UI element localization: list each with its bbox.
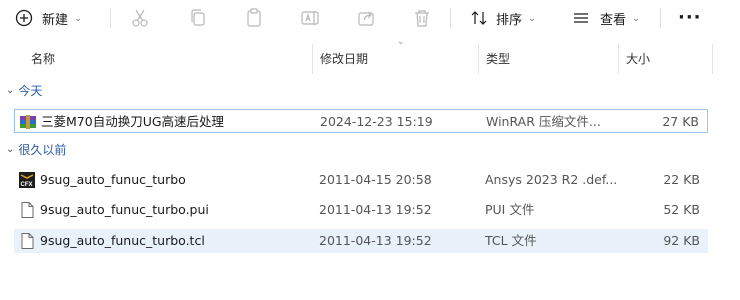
sort-indicator-icon: ⌄ (397, 37, 405, 47)
file-name: 三菱M70自动换刀UG高速后处理 (41, 114, 225, 129)
rename-icon[interactable] (298, 6, 322, 30)
file-type: PUI 文件 (485, 202, 535, 217)
sort-icon (470, 9, 488, 27)
winrar-archive-icon (19, 113, 37, 131)
new-button-label: 新建 (42, 12, 69, 28)
toolbar-divider (660, 8, 661, 28)
delete-icon[interactable] (410, 6, 434, 30)
paste-icon[interactable] (242, 6, 266, 30)
group-label: 今天 (18, 84, 43, 98)
file-name: 9sug_auto_funuc_turbo.pui (40, 202, 209, 217)
file-date: 2011-04-13 19:52 (319, 233, 432, 248)
chevron-down-icon: ⌄ (6, 85, 15, 96)
view-button-label: 查看 (600, 12, 627, 28)
file-size: 22 KB (663, 172, 700, 187)
sort-button[interactable]: 排序 ⌄ (470, 4, 536, 32)
file-row[interactable]: 9sug_auto_funuc_turbo.pui 2011-04-13 19:… (14, 198, 708, 222)
column-header: ⌄ 名称 修改日期 类型 大小 (0, 37, 740, 74)
file-name: 9sug_auto_funuc_turbo.tcl (40, 233, 205, 248)
chevron-down-icon: ⌄ (632, 12, 641, 24)
plus-circle-icon (14, 8, 34, 28)
file-size: 92 KB (663, 233, 700, 248)
file-date: 2011-04-15 20:58 (319, 172, 432, 187)
sort-button-label: 排序 (496, 12, 523, 28)
file-size: 52 KB (663, 202, 700, 217)
command-bar: 新建 ⌄ 排序 ⌄ 查看 ⌄ ··· (0, 0, 740, 38)
file-row[interactable]: 三菱M70自动换刀UG高速后处理 2024-12-23 15:19 WinRAR… (14, 109, 708, 133)
file-size: 27 KB (662, 114, 699, 129)
more-icon: ··· (678, 7, 702, 28)
more-options-button[interactable]: ··· (678, 4, 702, 32)
share-icon[interactable] (354, 6, 378, 30)
file-row[interactable]: CFX 9sug_auto_funuc_turbo 2011-04-15 20:… (14, 168, 708, 192)
column-divider[interactable] (478, 44, 479, 74)
new-button[interactable]: 新建 ⌄ (14, 4, 82, 32)
column-type[interactable]: 类型 (486, 44, 510, 74)
column-divider[interactable] (618, 44, 619, 74)
file-type: Ansys 2023 R2 .def... (485, 172, 618, 187)
group-label: 很久以前 (18, 143, 67, 157)
column-divider[interactable] (312, 44, 313, 74)
file-date: 2024-12-23 15:19 (320, 114, 433, 129)
file-name: 9sug_auto_funuc_turbo (40, 172, 186, 187)
group-header-today[interactable]: ⌄ 今天 (6, 80, 42, 102)
document-icon (18, 201, 36, 219)
column-date[interactable]: 修改日期 (320, 44, 368, 74)
file-row[interactable]: 9sug_auto_funuc_turbo.tcl 2011-04-13 19:… (14, 229, 708, 253)
toolbar-divider (110, 8, 111, 28)
copy-icon[interactable] (186, 6, 210, 30)
chevron-down-icon: ⌄ (74, 12, 83, 24)
file-date: 2011-04-13 19:52 (319, 202, 432, 217)
group-header-long-ago[interactable]: ⌄ 很久以前 (6, 139, 66, 161)
column-size[interactable]: 大小 (626, 44, 650, 74)
chevron-down-icon: ⌄ (528, 12, 537, 24)
toolbar-divider (450, 8, 451, 28)
svg-text:CFX: CFX (21, 182, 33, 188)
chevron-down-icon: ⌄ (6, 144, 15, 155)
file-type: TCL 文件 (485, 233, 537, 248)
document-icon (18, 232, 36, 250)
file-type: WinRAR 压缩文件... (486, 114, 601, 129)
cut-icon[interactable] (128, 6, 152, 30)
cfx-def-file-icon: CFX (18, 171, 36, 189)
column-divider[interactable] (712, 44, 713, 74)
view-list-icon (572, 9, 590, 27)
view-button[interactable]: 查看 ⌄ (572, 4, 640, 32)
column-name[interactable]: 名称 (31, 44, 55, 74)
